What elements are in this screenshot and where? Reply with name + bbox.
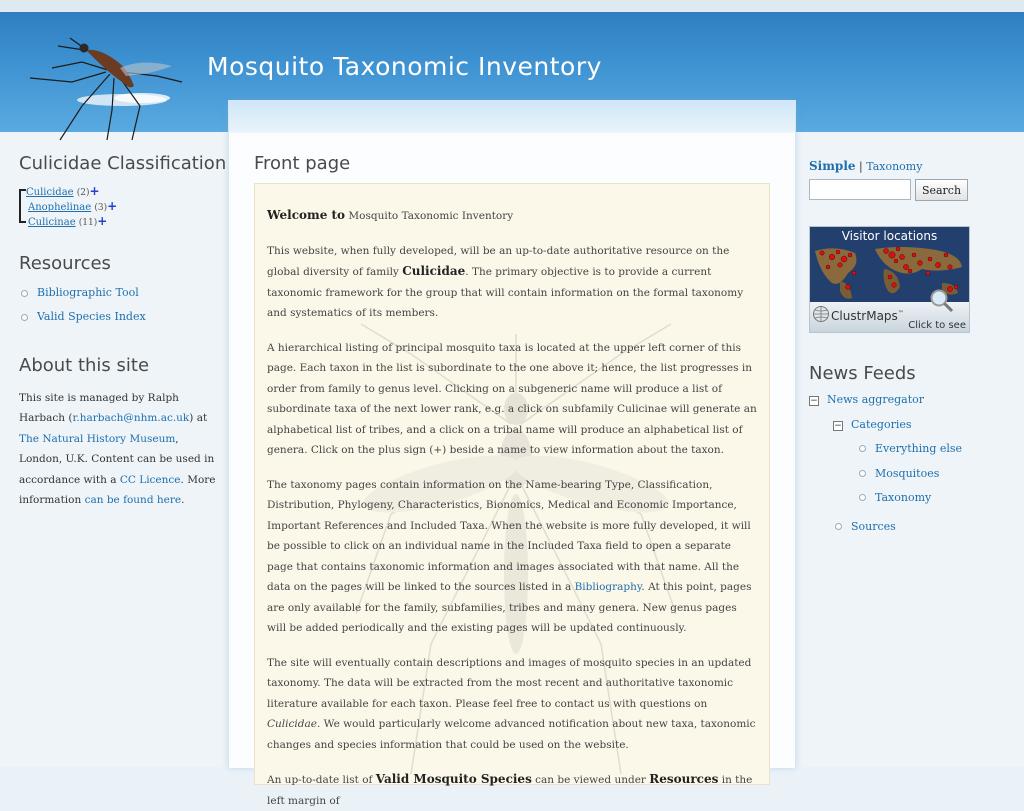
bullet-icon: [859, 470, 866, 477]
news-aggregator-link[interactable]: News aggregator: [827, 393, 924, 406]
plus-icon[interactable]: +: [90, 184, 100, 198]
more-info-link[interactable]: can be found here: [85, 494, 182, 506]
paragraph-intro: This website, when fully developed, will…: [267, 241, 757, 324]
valid-text: An up-to-date list of: [267, 774, 376, 786]
classification-link-anophelinae[interactable]: Anophelinae: [28, 202, 91, 213]
trademark-symbol: ™: [897, 310, 904, 317]
resources-list: Bibliographic Tool Valid Species Index: [19, 286, 146, 334]
about-text-part: ) at: [189, 412, 208, 425]
classification-count: (2): [76, 188, 90, 198]
paragraph-hierarchy: A hierarchical listing of principal mosq…: [267, 341, 757, 457]
search-input[interactable]: [809, 179, 911, 200]
taxonomy-text: The taxonomy pages contain information o…: [267, 478, 751, 594]
resources-bold: Resources: [649, 772, 719, 786]
categories-link[interactable]: Categories: [851, 418, 912, 431]
bullet-icon: [835, 523, 842, 530]
species-text: The site will eventually contain descrip…: [267, 656, 752, 710]
plus-icon[interactable]: +: [97, 214, 107, 228]
about-text-part: .: [181, 494, 185, 507]
page-title: Front page: [254, 153, 351, 174]
globe-icon: [813, 306, 829, 322]
valid-species-bold: Valid Mosquito Species: [375, 772, 532, 786]
classification-tree: Culicidae (2)+ Anophelinae (3)+ Culicina…: [19, 184, 117, 229]
content-text: Welcome to Mosquito Taxonomic Inventory …: [255, 184, 769, 811]
culicidae-bold: Culicidae: [402, 264, 466, 278]
sources-link[interactable]: Sources: [851, 520, 896, 533]
about-title: About this site: [19, 355, 150, 376]
cc-licence-link[interactable]: CC Licence: [120, 474, 181, 486]
classification-link-culicinae[interactable]: Culicinae: [28, 217, 76, 228]
clustrmaps-label: ClustrMaps: [831, 309, 898, 323]
paragraph-taxonomy-pages: The taxonomy pages contain information o…: [267, 475, 757, 639]
classification-item: Culicidae (2)+: [19, 184, 117, 199]
list-item: Valid Species Index: [19, 310, 146, 334]
paragraph-species: The site will eventually contain descrip…: [267, 653, 757, 756]
search-mode-links: Simple | Taxonomy: [809, 159, 922, 173]
list-item: Bibliographic Tool: [19, 286, 146, 310]
bullet-icon: [859, 445, 866, 452]
taxonomy-search-link[interactable]: Taxonomy: [866, 160, 922, 173]
email-link[interactable]: r.harbach@nhm.ac.uk: [73, 412, 190, 424]
taxonomy-feed-link[interactable]: Taxonomy: [875, 491, 931, 504]
classification-count: (11): [78, 218, 98, 228]
simple-search-link[interactable]: Simple: [809, 159, 856, 173]
classification-link-culicidae[interactable]: Culicidae: [26, 187, 74, 198]
resources-title: Resources: [19, 253, 111, 274]
classification-title: Culicidae Classification: [19, 153, 227, 174]
news-feeds-title: News Feeds: [809, 363, 916, 384]
species-text: . We would particularly welcome advanced…: [267, 718, 756, 751]
valid-species-index-link[interactable]: Valid Species Index: [37, 310, 146, 323]
plus-icon[interactable]: +: [107, 199, 117, 213]
paragraph-welcome: Welcome to Mosquito Taxonomic Inventory: [267, 205, 757, 227]
mosquitoes-link[interactable]: Mosquitoes: [875, 467, 939, 480]
collapse-icon[interactable]: −: [833, 421, 843, 431]
main-column-header: [229, 101, 795, 133]
valid-text: can be viewed under: [531, 774, 650, 786]
magnifier-icon: [930, 289, 954, 313]
paragraph-valid-species: An up-to-date list of Valid Mosquito Spe…: [267, 769, 757, 811]
content-area: Welcome to Mosquito Taxonomic Inventory …: [254, 183, 770, 807]
welcome-rest: Mosquito Taxonomic Inventory: [345, 210, 514, 222]
welcome-bold: Welcome to: [267, 208, 346, 222]
bullet-icon: [859, 494, 866, 501]
search-button[interactable]: Search: [915, 179, 968, 201]
classification-count: (3): [94, 203, 108, 213]
clustrmaps-brand: ClustrMaps™: [831, 309, 904, 323]
site-name[interactable]: Mosquito Taxonomic Inventory: [207, 52, 602, 81]
everything-else-link[interactable]: Everything else: [875, 442, 962, 455]
collapse-icon[interactable]: −: [809, 396, 819, 406]
classification-item: Culicinae (11)+: [19, 214, 117, 229]
click-to-see-label: Click to see: [908, 320, 966, 331]
map-footer: ClustrMaps™ Click to see: [810, 289, 969, 332]
museum-link[interactable]: The Natural History Museum: [19, 433, 175, 445]
mosquito-logo-icon[interactable]: [22, 28, 187, 146]
culicidae-italic: Culicidae: [267, 718, 317, 730]
about-text: This site is managed by Ralph Harbach (r…: [19, 388, 219, 510]
visitor-map-widget[interactable]: Visitor locations ClustrMaps™ Click to s…: [809, 226, 970, 333]
bibliography-link[interactable]: Bibliography: [575, 581, 642, 593]
map-title: Visitor locations: [841, 229, 938, 243]
separator: |: [859, 160, 863, 173]
classification-item: Anophelinae (3)+: [19, 199, 117, 214]
bibliographic-tool-link[interactable]: Bibliographic Tool: [37, 286, 139, 299]
